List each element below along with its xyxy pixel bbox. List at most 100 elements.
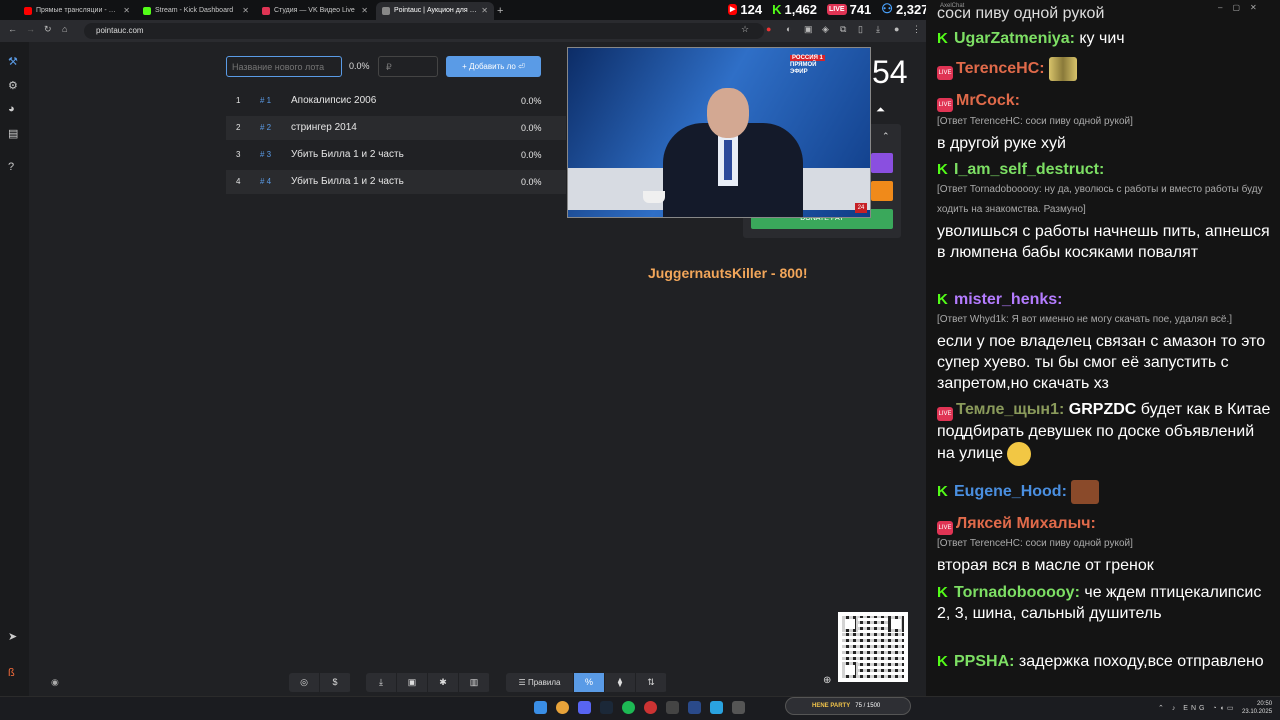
kick-icon: K	[937, 584, 948, 601]
chat-message: K UgarZatmeniya: ку чич	[937, 30, 1125, 47]
chevron-up-icon[interactable]: ⌃	[882, 131, 890, 142]
collapse-icon[interactable]: ⏶	[876, 104, 885, 117]
download-icon[interactable]: ⤓	[876, 24, 880, 35]
menu-icon[interactable]: ⋮	[912, 24, 921, 35]
eye-icon[interactable]: ◉	[51, 677, 59, 688]
url-field[interactable]: pointauc.com	[84, 23, 764, 39]
chat-text: уволишься с работы начнешь пить, апнешся…	[937, 223, 1270, 261]
lot-row[interactable]: 3 # 3 Убить Билла 1 и 2 часть 0.0%	[226, 143, 566, 167]
chat-text: вторая вся в масле от гренок	[937, 557, 1154, 574]
wifi-icon[interactable]: ◔	[1212, 705, 1219, 712]
app-icon[interactable]	[666, 701, 679, 714]
obs-icon[interactable]	[688, 701, 701, 714]
system-tray[interactable]: ⌃ ♪ ENG ◔◖▭	[1158, 704, 1237, 712]
speaker-head	[707, 88, 749, 138]
new-lot-percent: 0.0%	[349, 61, 370, 71]
chevron-up-icon[interactable]: ⌃	[1158, 705, 1167, 712]
discord-icon[interactable]	[578, 701, 591, 714]
globe-icon[interactable]: ⊕	[823, 675, 831, 686]
chat-reply: [Ответ TerenceHC: соси пиву одной рукой]	[937, 538, 1133, 549]
extension-icon[interactable]: ◐	[786, 24, 791, 34]
extension-icon[interactable]: ●	[766, 24, 771, 34]
percent-button[interactable]: %	[574, 673, 605, 692]
app-icon[interactable]	[644, 701, 657, 714]
chat-message-cut: соси пиву одной рукой	[937, 5, 1105, 22]
save-icon[interactable]: ▣	[397, 673, 428, 692]
donation-service-button[interactable]	[871, 153, 893, 173]
rules-button[interactable]: ☰ Правила	[506, 673, 574, 692]
emote-image	[1049, 57, 1078, 81]
brand-icon[interactable]: ß	[8, 667, 15, 679]
add-lot-button[interactable]: + Добавить ло ⏎	[446, 56, 541, 77]
chrome-icon[interactable]	[556, 701, 569, 714]
forward-icon[interactable]: →	[26, 24, 35, 34]
chat-message: LIVE Темле_щын1: GRPZDC будет как в Китае…	[937, 399, 1273, 466]
tab-vk[interactable]: Студия — VK Видео Live ✕	[256, 2, 374, 20]
history-icon[interactable]: ▤	[8, 127, 18, 140]
auction-icon[interactable]: ⚒	[8, 55, 18, 68]
address-bar: ← → ↻ ⌂ pointauc.com ☆ ● ◐ ▣ ◈ ⧉ ▯ ⤓ ● ⋮	[0, 20, 926, 42]
hene-party-widget[interactable]: HENE PARTY 75 / 1500	[785, 697, 911, 715]
settings-icon[interactable]: ⚙	[8, 79, 18, 92]
chat-reply: [Ответ Whyd1k: Я вот именно не могу скач…	[937, 314, 1233, 325]
chat-text: в другой руке хуй	[937, 135, 1066, 152]
close-icon[interactable]: ✕	[242, 2, 249, 20]
mic-icon[interactable]: ♪	[1172, 705, 1179, 712]
tab-kick[interactable]: Stream - Kick Dashboard ✕	[137, 2, 255, 20]
telegram-icon[interactable]	[710, 701, 723, 714]
channel-badge: 24	[855, 203, 867, 213]
help-icon[interactable]: ?	[8, 161, 14, 173]
sidebar-icon[interactable]: ▯	[858, 24, 863, 35]
extension-icon[interactable]: ▣	[804, 24, 813, 35]
chat-reply: [Ответ TerenceHC: соси пиву одной рукой]	[937, 116, 1133, 127]
close-icon[interactable]: ✕	[481, 2, 488, 20]
kick-icon: K	[772, 1, 782, 17]
github-icon[interactable]: ◎	[289, 673, 320, 692]
extension-icon[interactable]: ◈	[822, 24, 829, 35]
back-icon[interactable]: ←	[8, 24, 17, 34]
lot-row[interactable]: 4 # 4 Убить Билла 1 и 2 часть 0.0%	[226, 170, 566, 194]
spotify-icon[interactable]	[622, 701, 635, 714]
battery-icon[interactable]: ▭	[1227, 705, 1237, 712]
file-actions-group: ⤓ ▣ ✱ ▥	[366, 673, 490, 692]
laughing-emoji-icon	[1007, 442, 1032, 466]
tab-pointauc[interactable]: Pointauc | Аукцион для стрим...✕	[376, 2, 494, 20]
chat-message: K Eugene_Hood:	[937, 480, 1273, 504]
clock[interactable]: 20:50 23.10.2025	[1242, 700, 1272, 716]
vk-live-icon: LIVE	[937, 66, 953, 81]
new-lot-input[interactable]	[226, 56, 342, 77]
amount-input[interactable]	[378, 56, 438, 77]
enter-icon: ⏎	[518, 62, 525, 71]
telegram-icon[interactable]: ➤	[8, 630, 17, 643]
tab-youtube[interactable]: Прямые трансляции - YouTube✕	[18, 2, 136, 20]
download-icon[interactable]: ⤓	[366, 673, 397, 692]
dollar-icon[interactable]: $	[320, 673, 351, 692]
steam-icon[interactable]	[600, 701, 613, 714]
new-tab-button[interactable]: +	[497, 2, 503, 20]
mode-group: ☰ Правила % ⧫ ⇅	[506, 673, 667, 692]
app-icon[interactable]	[732, 701, 745, 714]
home-icon[interactable]: ⌂	[62, 24, 67, 34]
donation-service-button[interactable]	[871, 181, 893, 201]
start-icon[interactable]	[534, 701, 547, 714]
kick-icon: K	[937, 291, 948, 308]
chat-reply: [Ответ Tornadobooooy: ну да, уволюсь с р…	[937, 184, 1263, 215]
list-icon: ☰	[518, 678, 528, 687]
close-icon[interactable]: ✕	[361, 2, 368, 20]
wheel-icon[interactable]: ◕	[8, 103, 15, 115]
lot-row[interactable]: 2 # 2 стрингер 2014 0.0%	[226, 116, 566, 140]
pointauc-icon	[382, 7, 390, 15]
close-icon[interactable]: ✕	[123, 2, 130, 20]
clear-icon[interactable]: ▥	[459, 673, 490, 692]
bookmark-icon[interactable]: ☆	[741, 24, 749, 35]
reload-icon[interactable]: ↻	[44, 24, 52, 35]
browser-window: Прямые трансляции - YouTube✕ Stream - Ki…	[0, 0, 929, 696]
lot-row[interactable]: 1 # 1 Апокалипсис 2006 0.0%	[226, 89, 566, 113]
cup	[643, 191, 665, 203]
extensions-icon[interactable]: ⧉	[840, 24, 846, 35]
profile-icon[interactable]: ●	[894, 24, 899, 34]
split-icon[interactable]: ⧫	[605, 673, 636, 692]
volume-icon[interactable]: ◖	[1220, 705, 1227, 712]
sort-icon[interactable]: ⇅	[636, 673, 667, 692]
bug-icon[interactable]: ✱	[428, 673, 459, 692]
